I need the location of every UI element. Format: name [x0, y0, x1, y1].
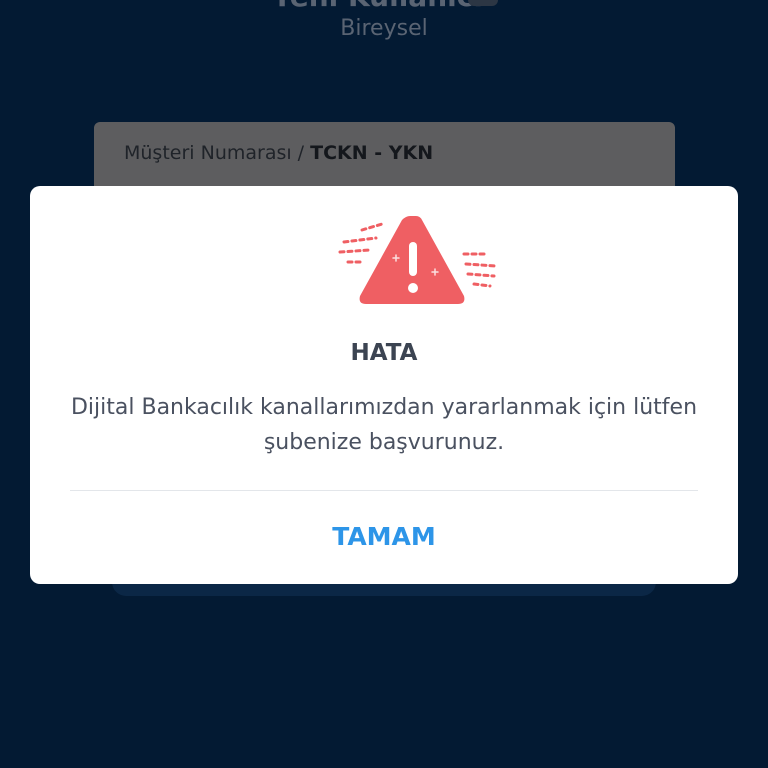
- customer-number-field: Müşteri Numarası / TCKN - YKN: [94, 122, 675, 192]
- ok-button[interactable]: TAMAM: [30, 504, 738, 570]
- field-label-prefix: Müşteri Numarası /: [124, 142, 311, 164]
- dialog-divider: [70, 490, 698, 491]
- background-page-title: Yeni Kullanıcı: [272, 0, 483, 13]
- dialog-title: HATA: [350, 340, 418, 366]
- background-page-subtitle: Bireysel: [340, 16, 428, 41]
- warning-triangle-icon: [336, 212, 500, 312]
- dialog-message: Dijital Bankacılık kanallarımızdan yarar…: [70, 395, 698, 455]
- field-label-strong: TCKN - YKN: [310, 142, 434, 164]
- customer-number-field-label: Müşteri Numarası / TCKN - YKN: [124, 142, 433, 164]
- background-title-badge: [468, 0, 498, 6]
- error-dialog: HATA Dijital Bankacılık kanallarımızdan …: [30, 186, 738, 584]
- screen: Yeni Kullanıcı Bireysel Müşteri Numarası…: [0, 0, 768, 768]
